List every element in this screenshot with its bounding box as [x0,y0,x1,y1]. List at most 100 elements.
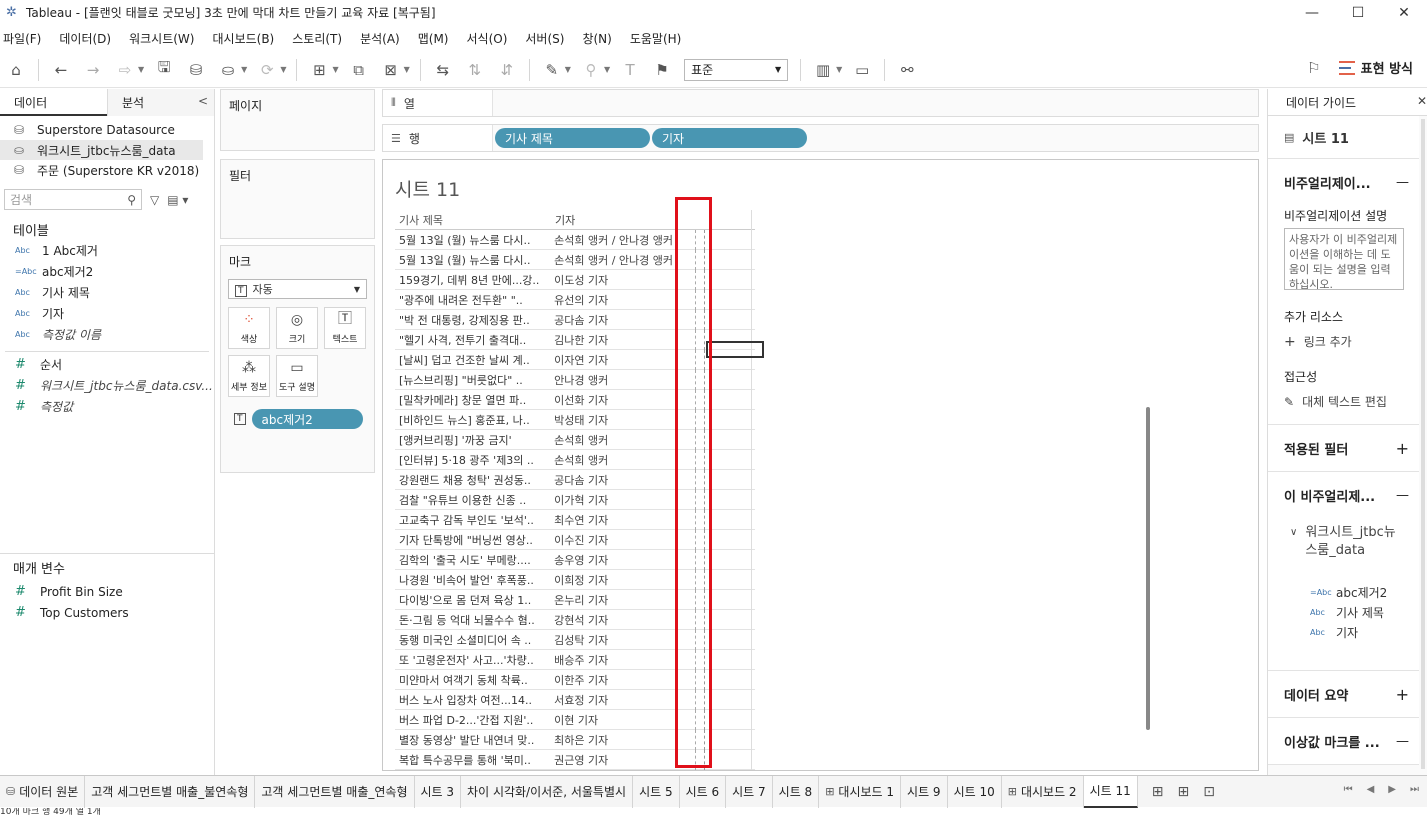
field-item[interactable]: # 측정값 [0,396,214,417]
menu-worksheet[interactable]: 워크시트(W) [129,30,194,47]
labels-icon[interactable]: T [618,58,642,82]
field-item[interactable]: Abc 기사 제목 [0,282,214,303]
presentation-mode-icon[interactable]: ▭ [850,58,874,82]
group-icon[interactable]: ⚲ [579,58,603,82]
field-item[interactable]: # 워크시트_jtbc뉴스룸_data.csv... [0,375,214,396]
maximize-button[interactable]: ☐ [1335,0,1381,25]
chevron-down-icon[interactable]: ▼ [604,65,610,74]
menu-analysis[interactable]: 분석(A) [360,30,400,47]
rows-shelf[interactable]: ☰ 행 기사 제목 기자 [382,124,1259,152]
new-worksheet-icon[interactable]: ⊞ [1152,784,1164,800]
expand-icon[interactable]: + [1396,685,1409,704]
datasource-tree-item[interactable]: ∨ 워크시트_jtbc뉴스룸_data [1268,524,1419,560]
collapse-icon[interactable]: — [1396,734,1409,749]
tooltip-mark-button[interactable]: ▭ 도구 설명 [276,355,318,397]
field-item[interactable]: Abc 측정값 이름 [0,324,214,345]
menu-help[interactable]: 도움말(H) [630,30,682,47]
sheet-tab[interactable]: ⊞ 대시보드 2 [1002,775,1084,808]
marks-field-pill[interactable]: abc제거2 [251,409,363,429]
menu-story[interactable]: 스토리(T) [292,30,342,47]
fix-axes-icon[interactable]: ⚑ [650,58,674,82]
sheet-tab[interactable]: 시트 8 [773,775,820,808]
add-link-button[interactable]: + 링크 추가 [1268,333,1419,350]
parameter-item[interactable]: # Profit Bin Size [0,581,214,602]
chevron-down-icon[interactable]: ▼ [138,65,144,74]
filter-icon[interactable]: ▽ [150,193,159,207]
undo-icon[interactable]: ← [49,58,73,82]
sort-descending-icon[interactable]: ⇵ [495,58,519,82]
expand-icon[interactable]: + [1396,439,1409,458]
replay-icon[interactable]: ⇨ [113,58,137,82]
columns-shelf[interactable]: ⦀ 열 [382,89,1259,117]
new-dashboard-icon[interactable]: ⊞ [1177,784,1189,800]
clear-sheet-icon[interactable]: ⊠ [379,58,403,82]
sheet-tab[interactable]: 고객 세그먼트별 매출_연속형 [255,775,415,808]
data-guide-icon[interactable]: ⚐ [1307,59,1320,77]
menu-map[interactable]: 맵(M) [418,30,449,47]
chevron-down-icon[interactable]: ▼ [241,65,247,74]
pages-card[interactable]: 페이지 [220,89,375,151]
edit-alt-text-button[interactable]: ✎ 대체 텍스트 편집 [1268,393,1419,410]
chevron-down-icon[interactable]: ▼ [404,65,410,74]
show-cards-icon[interactable]: ▥ [811,58,835,82]
new-story-icon[interactable]: ⊡ [1203,784,1215,800]
datasource-item[interactable]: ⛁ Superstore Datasource [0,120,214,140]
chevron-down-icon[interactable]: ▼ [836,65,842,74]
home-icon[interactable]: ⌂ [4,58,28,82]
redo-icon[interactable]: → [81,58,105,82]
menu-file[interactable]: 파일(F) [3,30,41,47]
sheet-tab[interactable]: 차이 시각화/이서준, 서울특별시 [461,775,634,808]
column-header[interactable]: 기자 [555,212,691,228]
new-worksheet-icon[interactable]: ⊞ [307,58,331,82]
share-icon[interactable]: ⚯ [895,58,919,82]
menu-data[interactable]: 데이터(D) [59,30,111,47]
sheet-tab[interactable]: 시트 9 [901,775,948,808]
data-guide-scrollbar[interactable] [1421,119,1425,769]
data-summary-header[interactable]: 데이터 요약 + [1268,671,1419,717]
chevron-down-icon[interactable]: ▼ [280,65,286,74]
applied-filters-header[interactable]: 적용된 필터 + [1268,425,1419,471]
first-tab-icon[interactable]: ⏮ [1344,784,1353,795]
view-options-icon[interactable]: ▤ ▾ [167,193,188,207]
search-input[interactable]: 검색 ⚲ [4,189,142,210]
menu-dashboard[interactable]: 대시보드(B) [212,30,274,47]
collapse-pane-icon[interactable]: < [198,94,208,108]
chevron-down-icon[interactable]: ▼ [332,65,338,74]
tab-data[interactable]: 데이터 [0,89,107,116]
sheet-tab[interactable]: 시트 7 [726,775,773,808]
datasource-item[interactable]: ⛀ 워크시트_jtbc뉴스룸_data [0,140,203,160]
sort-ascending-icon[interactable]: ⇅ [463,58,487,82]
next-tab-icon[interactable]: ▶ [1388,784,1396,795]
sheet-tab[interactable]: 시트 6 [680,775,727,808]
row-pill[interactable]: 기사 제목 [495,128,650,148]
highlight-icon[interactable]: ✎ [540,58,564,82]
outliers-header[interactable]: 이상값 마크를 ... — [1268,718,1419,764]
close-icon[interactable]: ✕ [1417,94,1427,108]
menu-format[interactable]: 서식(O) [467,30,508,47]
menu-window[interactable]: 창(N) [582,30,611,47]
size-mark-button[interactable]: ◎ 크기 [276,307,318,349]
viz-section-header[interactable]: 비주얼리제이... — [1268,159,1419,205]
row-pill[interactable]: 기자 [652,128,807,148]
viz-description-input[interactable]: 사용자가 이 비주얼리제이션을 이해하는 데 도움이 되는 설명을 입력하십시오… [1284,228,1404,290]
view-scrollbar[interactable] [1146,407,1150,730]
refresh-icon[interactable]: ⟳ [255,58,279,82]
color-mark-button[interactable]: ⁘ 색상 [228,307,270,349]
selected-cell[interactable] [706,341,764,358]
field-item[interactable]: Abc 기자 [0,303,214,324]
datasource-item[interactable]: ⛁ 주문 (Superstore KR v2018) [0,160,214,180]
prev-tab-icon[interactable]: ◀ [1367,784,1375,795]
sheet-tab[interactable]: 고객 세그먼트별 매출_불연속형 [85,775,256,808]
text-mark-button[interactable]: 🅃 텍스트 [324,307,366,349]
fit-select[interactable]: 표준 ▼ [684,58,789,81]
sheet-tab[interactable]: ⛁ 데이터 원본 [0,775,86,808]
collapse-icon[interactable]: — [1396,175,1409,190]
this-viz-header[interactable]: 이 비주얼리제... — [1268,472,1419,518]
minimize-button[interactable]: — [1289,0,1335,25]
save-icon[interactable]: 🖫 [152,58,176,82]
close-button[interactable]: ✕ [1381,0,1427,25]
last-tab-icon[interactable]: ⏭ [1410,784,1419,795]
sheet-tab[interactable]: 시트 3 [415,775,462,808]
swap-rows-columns-icon[interactable]: ⇆ [431,58,455,82]
collapse-icon[interactable]: — [1396,488,1409,503]
